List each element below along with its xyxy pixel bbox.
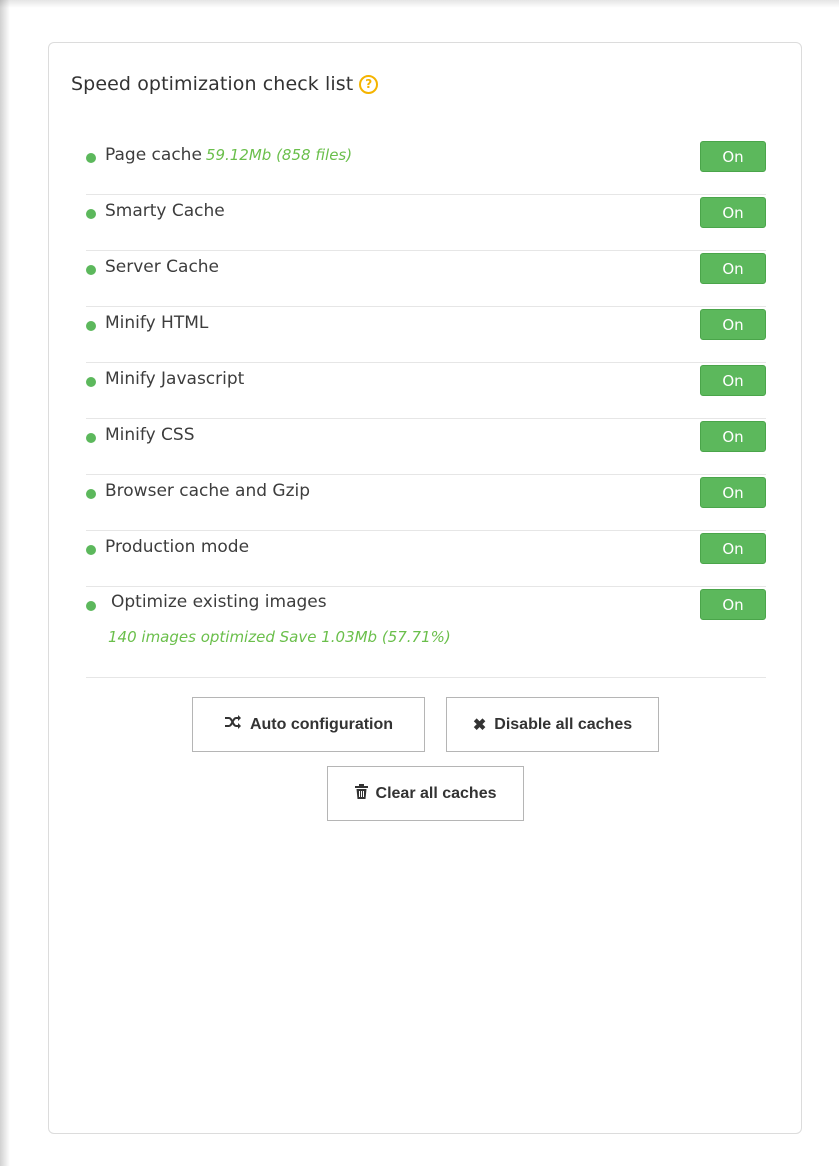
disable-all-caches-label: Disable all caches bbox=[494, 715, 633, 733]
checklist-label: Minify Javascript bbox=[105, 369, 245, 389]
checklist-row-page-cache: Page cache 59.12Mb (858 files) On bbox=[86, 139, 766, 195]
speed-checklist-panel: Speed optimization check list ? Page cac… bbox=[48, 42, 802, 1134]
checklist-label: Server Cache bbox=[105, 257, 220, 277]
status-dot-icon bbox=[86, 601, 96, 611]
production-mode-toggle[interactable]: On bbox=[700, 533, 766, 564]
checklist-row-optimize-images: Optimize existing images 140 images opti… bbox=[86, 587, 766, 678]
panel-title-text: Speed optimization check list bbox=[71, 73, 354, 95]
question-circle-icon[interactable]: ? bbox=[359, 74, 379, 94]
status-dot-icon bbox=[86, 265, 96, 275]
checklist-row-minify-html: Minify HTML On bbox=[86, 307, 766, 363]
status-dot-icon bbox=[86, 545, 96, 555]
checklist-label: Minify HTML bbox=[105, 313, 209, 333]
page: Speed optimization check list ? Page cac… bbox=[0, 0, 839, 1166]
checklist-row-browser-cache: Browser cache and Gzip On bbox=[86, 475, 766, 531]
checklist-label: Production mode bbox=[105, 537, 250, 557]
checklist-row-minify-css: Minify CSS On bbox=[86, 419, 766, 475]
times-icon: ✖ bbox=[472, 716, 487, 734]
trash-icon bbox=[354, 783, 368, 804]
checklist-label: Minify CSS bbox=[105, 425, 195, 445]
checklist-label: Browser cache and Gzip bbox=[105, 481, 311, 501]
checklist: Page cache 59.12Mb (858 files) On Smarty … bbox=[86, 139, 766, 678]
checklist-row-smarty-cache: Smarty Cache On bbox=[86, 195, 766, 251]
auto-configuration-button[interactable]: Auto configuration bbox=[192, 697, 425, 752]
shuffle-icon bbox=[224, 715, 242, 734]
status-dot-icon bbox=[86, 489, 96, 499]
checklist-row-server-cache: Server Cache On bbox=[86, 251, 766, 307]
browser-cache-toggle[interactable]: On bbox=[700, 477, 766, 508]
minify-css-toggle[interactable]: On bbox=[700, 421, 766, 452]
panel-title: Speed optimization check list ? bbox=[71, 73, 379, 95]
clear-all-caches-label: Clear all caches bbox=[375, 784, 497, 802]
status-dot-icon bbox=[86, 433, 96, 443]
image-optimization-summary: 140 images optimized Save 1.03Mb (57.71%… bbox=[108, 628, 451, 646]
status-dot-icon bbox=[86, 209, 96, 219]
disable-all-caches-button[interactable]: ✖ Disable all caches bbox=[446, 697, 659, 752]
auto-configuration-label: Auto configuration bbox=[249, 715, 394, 733]
checklist-label: Smarty Cache bbox=[105, 201, 225, 221]
optimize-images-toggle[interactable]: On bbox=[700, 589, 766, 620]
status-dot-icon bbox=[86, 321, 96, 331]
smarty-cache-toggle[interactable]: On bbox=[700, 197, 766, 228]
checklist-label: Optimize existing images bbox=[111, 592, 327, 612]
checklist-row-production-mode: Production mode On bbox=[86, 531, 766, 587]
minify-html-toggle[interactable]: On bbox=[700, 309, 766, 340]
status-dot-icon bbox=[86, 377, 96, 387]
status-dot-icon bbox=[86, 153, 96, 163]
checklist-label: Page cache 59.12Mb (858 files) bbox=[105, 145, 353, 165]
minify-javascript-toggle[interactable]: On bbox=[700, 365, 766, 396]
clear-all-caches-button[interactable]: Clear all caches bbox=[327, 766, 524, 821]
page-cache-toggle[interactable]: On bbox=[700, 141, 766, 172]
checklist-row-minify-javascript: Minify Javascript On bbox=[86, 363, 766, 419]
page-cache-size: 59.12Mb (858 files) bbox=[205, 146, 353, 164]
server-cache-toggle[interactable]: On bbox=[700, 253, 766, 284]
